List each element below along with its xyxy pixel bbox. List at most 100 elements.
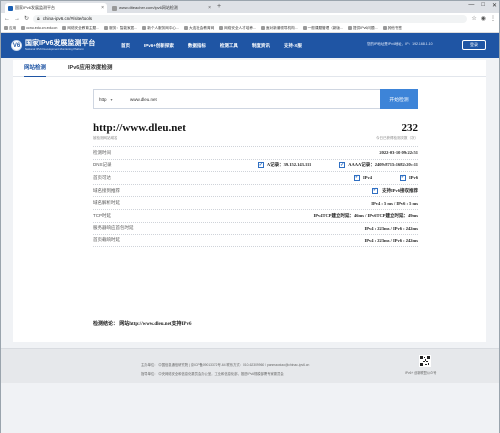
reachable-values: ✓ IPv4 ✓ IPv6 xyxy=(354,174,418,181)
window-controls: — □ ✕ xyxy=(468,2,497,9)
bookmark-item[interactable]: 面对新潮领导机构... xyxy=(260,26,298,31)
nav-support[interactable]: 支持-X服 xyxy=(284,43,302,49)
a-record-text: A记录：39.152.143.111 xyxy=(266,162,312,168)
tool-tabs: 网站检测 IPv6应用浓度检测 xyxy=(13,60,486,77)
address-bar-row: ← → ↻ 🔒︎ china-ipv6.cn/#/site/tools ☆ ◉ … xyxy=(1,13,499,24)
new-tab-button[interactable]: + xyxy=(217,3,221,11)
recommend-text: 支持IPv6接収推荐 xyxy=(382,187,418,193)
result-row-recommend: 域名接到推荐 ✓ 支持IPv6接収推荐 xyxy=(93,183,418,197)
row-value: 2022-03-10 09:22:51 xyxy=(379,150,418,156)
forward-icon[interactable]: → xyxy=(14,16,20,22)
chevron-down-icon: ▾ xyxy=(110,96,113,102)
ipv4-label: IPv4 xyxy=(363,175,372,181)
back-icon[interactable]: ← xyxy=(4,16,10,22)
bookmark-label: 网络安全教育主题... xyxy=(67,25,100,30)
nav-innovation[interactable]: IPv6+创新探索 xyxy=(144,43,174,49)
qr-code-icon xyxy=(419,355,431,367)
nav-home[interactable]: 首页 xyxy=(121,43,130,49)
dns-values: ✓ A记录：39.152.143.111 ✓ AAAA记录：2409:8715:16… xyxy=(257,162,418,169)
browser-tab-active[interactable]: 国家IPv6发展监测平台 × xyxy=(5,3,107,13)
a-record: ✓ A记录：39.152.143.111 xyxy=(257,162,312,169)
tab-title: 国家IPv6发展监测平台 xyxy=(15,5,56,10)
checked-site: http://www.dleu.net xyxy=(93,122,186,134)
row-label: 服务器响应首包时延 xyxy=(93,225,134,231)
bookmark-item[interactable]: 网络安全教育主题... xyxy=(62,26,99,31)
close-tab-icon[interactable]: × xyxy=(101,5,104,11)
main-nav: 首页 IPv6+创新探索 数据指标 检测工具 制度资讯 支持-X服 xyxy=(121,33,302,58)
lock-icon: 🔒︎ xyxy=(37,15,40,22)
bookmark-icon xyxy=(21,26,26,30)
ip-info: 您的IP地址是IPv4地址，IP：192.168.1.10 xyxy=(367,42,433,46)
bookmark-item[interactable]: 一般课题管理（新版... xyxy=(302,25,344,31)
browser-tab[interactable]: www.dlteacher.com/ipv6网站检测 × xyxy=(109,3,214,13)
aaaa-record-text: AAAA记录：2409:8715:1682:20::11 xyxy=(348,162,418,168)
logo-seal-icon: V6 xyxy=(11,40,22,51)
check-count: 232 xyxy=(401,122,419,134)
bookmark-icon xyxy=(219,26,224,30)
bookmark-label: 网络安全人才培养... xyxy=(224,25,256,30)
bookmark-item[interactable]: 其他书签 xyxy=(382,25,402,31)
result-row-dns: DNS记录 ✓ A记录：39.152.143.111 ✓ AAAA记录：2409:8… xyxy=(93,158,418,172)
row-label: 检测时间 xyxy=(93,149,111,155)
bookmark-label: 其他书签 xyxy=(387,25,402,30)
reload-icon[interactable]: ↻ xyxy=(24,15,29,22)
bookmark-item[interactable]: 服务：智能家居... xyxy=(104,26,137,31)
checkbox-checked-icon: ✓ xyxy=(372,187,378,194)
result-row-reachable: 首页可达 ✓ IPv4 ✓ IPv6 xyxy=(93,171,418,184)
site-favicon-icon xyxy=(8,5,13,11)
result-row-time: 检测时间 2022-03-10 09:22:51 xyxy=(93,146,418,159)
result-row-dns-latency: 域名解析时延 IPv4 : 5 ms / IPv6 : 5 ms xyxy=(93,196,418,209)
bookmark-icon xyxy=(62,26,67,30)
row-label: DNS记录 xyxy=(93,162,112,168)
url-text: china-ipv6.cn/#/site/tools xyxy=(42,16,92,21)
close-window-button[interactable]: ✕ xyxy=(492,2,497,9)
bookmark-label: 应用 xyxy=(9,25,17,30)
domain-input[interactable] xyxy=(130,90,380,108)
start-check-button[interactable]: 开始检测 xyxy=(380,89,418,109)
site-logo[interactable]: V6 国家IPv6发展监测平台 National IPv6 Developmen… xyxy=(11,40,95,51)
ipv6-label: IPv6 xyxy=(409,175,418,181)
result-row-first-packet: 服务器响应首包时延 IPv4 : 223ms / IPv6 : 242ms xyxy=(93,221,419,235)
bookmark-item[interactable]: ccnu.edu.cn.edu.cn xyxy=(21,26,57,30)
bookmark-label: 服务：智能家居... xyxy=(109,25,138,30)
nav-tools[interactable]: 检测工具 xyxy=(220,43,238,49)
url-bar[interactable]: 🔒︎ china-ipv6.cn/#/site/tools xyxy=(33,14,468,23)
protocol-value: http xyxy=(99,96,107,102)
login-button[interactable]: 登录 xyxy=(462,40,486,50)
row-label: TCP时延 xyxy=(93,212,111,218)
maximize-button[interactable]: □ xyxy=(481,2,485,9)
nav-news[interactable]: 制度资讯 xyxy=(252,43,270,49)
row-label: 首页可达 xyxy=(93,174,111,180)
bookmark-label: 一般课题管理（新版... xyxy=(307,25,344,30)
checked-site-caption: 被检测网站域名 xyxy=(93,136,118,140)
row-value: IPv4TCP建立时延：46ms / IPv6TCP建立时延：49ms xyxy=(313,212,419,218)
row-label: 域名解析时延 xyxy=(93,200,120,206)
protocol-select[interactable]: http ▾ xyxy=(94,97,130,102)
bookmark-item[interactable]: 大连社会教育网 xyxy=(184,26,214,31)
profile-icon[interactable]: ◉ xyxy=(481,15,486,22)
bookmark-item[interactable]: 新个人服务网中心... xyxy=(142,26,179,31)
minimize-button[interactable]: — xyxy=(468,2,474,9)
row-value: IPv4 : 223ms / IPv6 : 242ms xyxy=(364,225,419,231)
page-content: V6 国家IPv6发展监测平台 National IPv6 Developmen… xyxy=(1,33,499,433)
bookmarks-bar: 应用 ccnu.edu.cn.edu.cn 网络安全教育主题... 服务：智能家居..… xyxy=(1,24,499,33)
nav-metrics[interactable]: 数据指标 xyxy=(188,43,206,49)
menu-icon[interactable]: ⋮ xyxy=(490,15,496,22)
footer-guide: 指导单位： 中央网络安全和信息化委员会办公室，工业和信息化部，推进IPv6规模部… xyxy=(141,372,284,376)
row-value: IPv4 : 5 ms / IPv6 : 5 ms xyxy=(371,200,418,206)
star-icon[interactable]: ☆ xyxy=(471,15,476,22)
bookmark-label: 大连社会教育网 xyxy=(189,25,215,30)
bookmark-item[interactable]: 网络安全人才培养... xyxy=(219,26,256,31)
site-name-en: National IPv6 Development Monitoring Pla… xyxy=(25,47,84,51)
row-label: 首页载响时延 xyxy=(93,237,120,243)
footer-host: 主办单位： 中国信息通信研究院 | 京ICP备09013372号-64 联系方式… xyxy=(141,363,310,367)
checkbox-checked-icon: ✓ xyxy=(339,162,346,169)
tab-website-check[interactable]: 网站检测 xyxy=(24,60,47,77)
tab-strip: 国家IPv6发展监测平台 × www.dlteacher.com/ipv6网站检… xyxy=(1,1,499,13)
bookmark-item[interactable]: 提供IPv6问题... xyxy=(348,26,378,31)
bookmark-icon xyxy=(260,26,265,30)
close-tab-icon[interactable]: × xyxy=(208,5,211,11)
bookmark-item[interactable]: 应用 xyxy=(4,26,16,31)
tab-title: www.dlteacher.com/ipv6网站检测 xyxy=(119,5,178,10)
tab-app-check[interactable]: IPv6应用浓度检测 xyxy=(68,60,112,76)
